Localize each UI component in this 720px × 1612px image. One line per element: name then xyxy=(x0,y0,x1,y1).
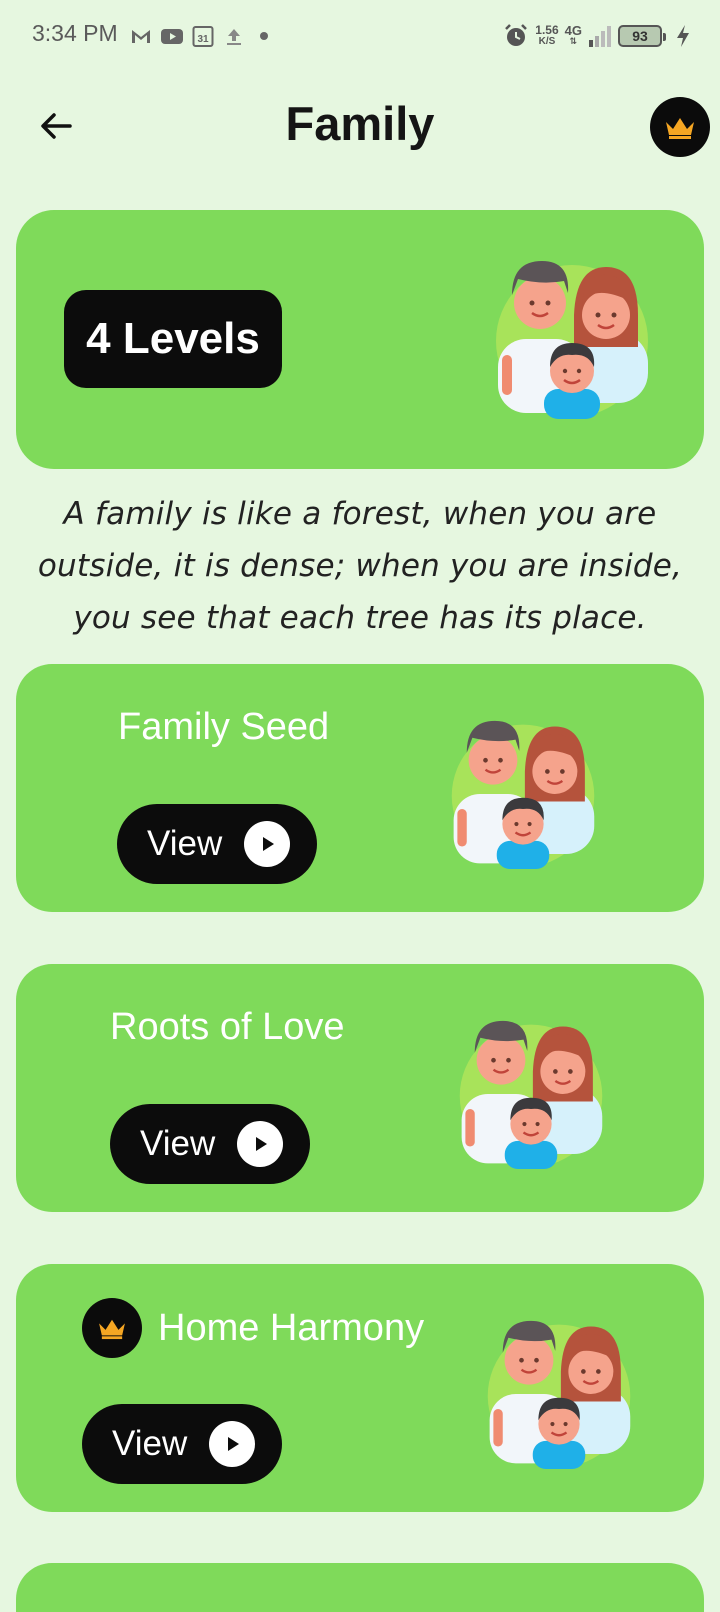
family-illustration-icon xyxy=(487,1320,631,1469)
status-indicators: 1.56 K/S 4G ⇅ 93 xyxy=(503,20,692,52)
level-title: Home Harmony xyxy=(82,1298,424,1358)
view-button[interactable]: View xyxy=(82,1404,282,1484)
level-title-text: Home Harmony xyxy=(158,1306,425,1349)
level-card-home-harmony[interactable]: Home Harmony View xyxy=(16,1264,704,1512)
level-card-roots-of-love[interactable]: Roots of Love View xyxy=(16,964,704,1212)
family-illustration-icon xyxy=(459,1020,603,1169)
play-icon xyxy=(209,1421,256,1467)
level-title: Roots of Love xyxy=(110,1006,344,1049)
levels-summary-card: 4 Levels xyxy=(16,210,704,469)
view-button[interactable]: View xyxy=(110,1104,310,1184)
svg-text:31: 31 xyxy=(197,34,209,45)
alarm-icon xyxy=(505,24,528,46)
level-title-text: Family Seed xyxy=(118,706,330,748)
charging-icon xyxy=(677,25,689,47)
battery-indicator: 93 xyxy=(618,25,666,47)
gmail-icon xyxy=(132,30,150,43)
levels-count-badge: 4 Levels xyxy=(64,290,282,388)
status-time: 3:34 PM xyxy=(32,20,118,46)
level-title: Family Seed xyxy=(118,706,329,749)
view-button[interactable]: View xyxy=(117,804,317,884)
signal-icon xyxy=(589,26,611,47)
calendar-icon: 31 xyxy=(192,26,214,47)
youtube-icon xyxy=(161,29,183,44)
status-bar: 3:34 PM 31 1.56 K/S 4G ⇅ 93 xyxy=(0,0,720,72)
notification-dot-icon xyxy=(260,32,268,40)
page-title: Family xyxy=(285,97,435,150)
level-title-text: Roots of Love xyxy=(110,1006,345,1048)
view-button-label: View xyxy=(147,824,223,863)
network-type-label: 4G xyxy=(564,23,582,38)
family-illustration-icon xyxy=(451,720,595,869)
view-button-label: View xyxy=(112,1424,188,1463)
view-button-label: View xyxy=(140,1124,216,1163)
play-icon xyxy=(244,821,291,867)
network-speed-value: 1.56 xyxy=(535,23,559,37)
network-speed-unit: K/S xyxy=(538,36,556,47)
family-illustration-icon xyxy=(496,261,648,419)
crown-icon xyxy=(99,1319,125,1340)
premium-lock-badge xyxy=(82,1298,142,1358)
play-icon xyxy=(237,1121,284,1167)
crown-icon xyxy=(666,118,694,139)
upload-icon xyxy=(227,29,241,45)
network-speed: 1.56 K/S xyxy=(535,23,559,47)
family-quote: A family is like a forest, when you are … xyxy=(37,496,683,636)
level-card-partial[interactable] xyxy=(16,1563,704,1612)
premium-button[interactable] xyxy=(650,97,710,157)
network-type: 4G ⇅ xyxy=(564,23,582,46)
level-card-family-seed[interactable]: Family Seed View xyxy=(16,664,704,912)
